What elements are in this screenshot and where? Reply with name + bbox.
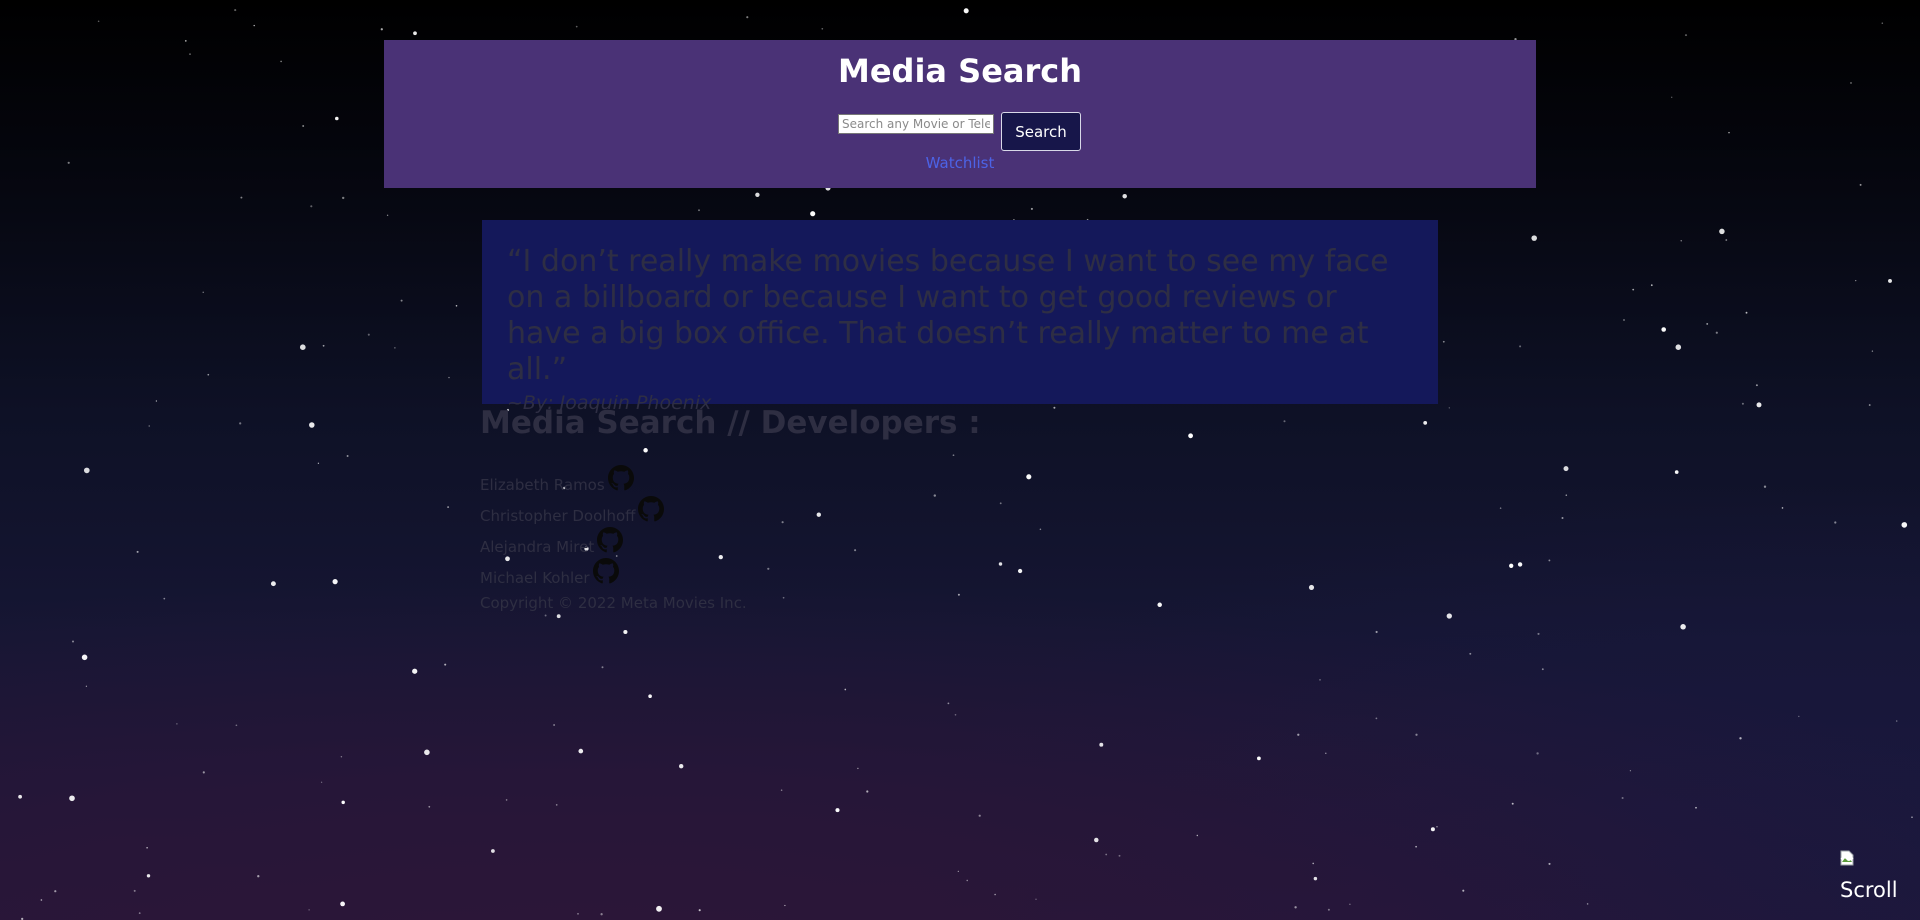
developer-name: Christopher Doolhoff [480, 507, 636, 525]
search-input[interactable] [838, 114, 994, 134]
developer-item: Alejandra Miret [480, 527, 624, 560]
github-icon[interactable] [597, 527, 624, 553]
site-header: Media Search Search Watchlist [384, 40, 1536, 188]
search-button[interactable]: Search [1001, 112, 1081, 151]
scroll-label: Scroll [1840, 878, 1898, 902]
developer-name: Alejandra Miret [480, 538, 595, 556]
watchlist-link[interactable]: Watchlist [384, 154, 1536, 172]
developer-item: Christopher Doolhoff [480, 496, 665, 529]
github-icon[interactable] [607, 465, 634, 491]
developer-name: Elizabeth Ramos [480, 476, 605, 494]
github-icon[interactable] [592, 558, 619, 584]
broken-image-icon [1840, 850, 1854, 866]
developer-item: Michael Kohler [480, 558, 619, 591]
github-icon[interactable] [638, 496, 665, 522]
copyright-text: Copyright © 2022 Meta Movies Inc. [480, 594, 747, 612]
developers-heading: Media Search // Developers : [480, 405, 981, 441]
scroll-to-top-button[interactable]: Scroll [1838, 848, 1908, 908]
developer-name: Michael Kohler [480, 569, 590, 587]
developer-item: Elizabeth Ramos [480, 465, 634, 498]
page-title: Media Search [837, 52, 1083, 90]
quote-card: “I don’t really make movies because I wa… [482, 220, 1438, 414]
quote-text: “I don’t really make movies because I wa… [507, 244, 1389, 387]
